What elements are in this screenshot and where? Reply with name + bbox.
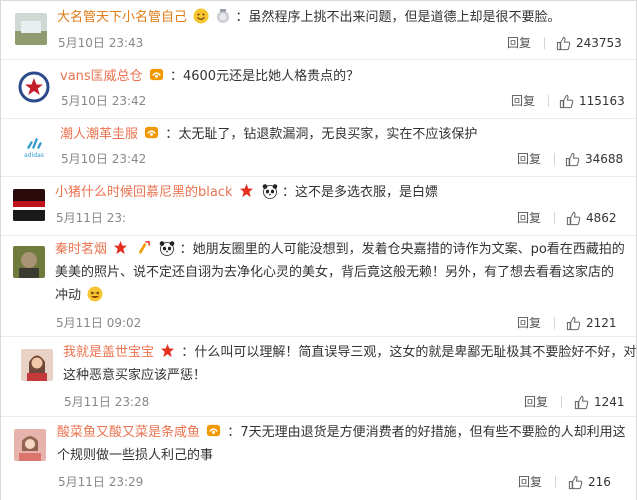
- smile-emoji-icon: [193, 8, 209, 24]
- comment-time: 5月11日 23:29: [58, 475, 144, 489]
- comment-text: 这不是多选衣服，是白嫖: [294, 185, 438, 200]
- comment-text: 美美的照片、说不定还自诩为去净化心灵的美女，背后竟这般无赖！另外，有了想去看看这…: [55, 265, 615, 280]
- comment-item: 我就是盖世宝宝 ：什么叫可以理解！简直误导三观，这女的就是卑鄙无耻极其不要脸好不…: [1, 336, 636, 416]
- comment-line: 秦时茗烟 ：她朋友圈里的人可能没想到，发着仓央嘉措的诗作为文案、po看在西藏拍的: [55, 240, 625, 257]
- comment-line: 冲动: [55, 285, 103, 307]
- like-button[interactable]: 34688: [565, 151, 623, 167]
- comment-text: 这种恶意买家应该严惩！: [63, 368, 207, 383]
- comment-text: 7天无理由退货是方便消费者的好措施，但有些不要脸的人却利用这: [240, 425, 626, 440]
- comment-list: 大名管天下小名管自己 ：虽然程序上挑不出来问题，但是道德上却是很不要脸。 5月1…: [0, 0, 637, 500]
- comment-text: 冲动: [55, 288, 82, 303]
- username-link[interactable]: vans匡威总仓: [60, 69, 143, 84]
- reply-button[interactable]: 回复: [524, 394, 548, 410]
- like-button[interactable]: 2121: [566, 315, 617, 331]
- divider: [554, 153, 555, 165]
- comment-text: 4600元还是比她人格贵点的？: [182, 69, 360, 84]
- avatar[interactable]: [13, 246, 45, 278]
- comment-item: 酸菜鱼又酸又菜是条咸鱼 ：7天无理由退货是方便消费者的好措施，但有些不要脸的人却…: [1, 416, 636, 500]
- divider: [554, 317, 555, 329]
- reply-button[interactable]: 回复: [517, 151, 541, 167]
- star-icon: [161, 343, 175, 358]
- comment-item: vans匡威总仓 ：4600元还是比她人格贵点的？ 5月10日 23:42 回复…: [1, 59, 636, 118]
- panda-icon: [262, 184, 278, 199]
- thumbs-up-icon: [574, 395, 589, 409]
- comment-line: 大名管天下小名管自己 ：虽然程序上挑不出来问题，但是道德上却是很不要脸。: [57, 8, 561, 25]
- like-count: 34688: [585, 152, 624, 166]
- comment-text: 太无耻了，钻退款漏洞，无良买家，实在不应该保护: [178, 127, 478, 142]
- star-icon: [239, 183, 253, 198]
- like-count: 4862: [586, 211, 617, 225]
- reply-button[interactable]: 回复: [517, 210, 541, 226]
- comment-time: 5月11日 23:: [56, 211, 127, 225]
- reply-button[interactable]: 回复: [518, 474, 542, 490]
- star-icon: [114, 240, 128, 255]
- username-link[interactable]: 潮人潮革圭服: [60, 127, 138, 142]
- comment-text: 她朋友圈里的人可能没想到，发着仓央嘉措的诗作为文案、po看在西藏拍的: [192, 242, 625, 257]
- divider: [548, 95, 549, 107]
- comment-item: 秦时茗烟 ：她朋友圈里的人可能没想到，发着仓央嘉措的诗作为文案、po看在西藏拍的…: [1, 235, 636, 336]
- like-count: 2121: [586, 316, 617, 330]
- laughing-emoji-icon: [87, 286, 103, 302]
- comment-text: 个规则做一些损人利己的事: [57, 448, 214, 463]
- comment-time: 5月11日 09:02: [56, 316, 142, 330]
- like-button[interactable]: 216: [568, 474, 611, 490]
- avatar[interactable]: [21, 349, 53, 381]
- comment-line: 潮人潮革圭服 ：太无耻了，钻退款漏洞，无良买家，实在不应该保护: [60, 126, 478, 142]
- divider: [554, 212, 555, 224]
- avatar[interactable]: [13, 189, 45, 221]
- fan-badge-icon: [149, 68, 163, 81]
- comment-time: 5月10日 23:42: [61, 94, 147, 108]
- comment-line: vans匡威总仓 ：4600元还是比她人格贵点的？: [60, 68, 360, 84]
- svg-text:adidas: adidas: [24, 152, 44, 159]
- username-link[interactable]: 大名管天下小名管自己: [57, 10, 187, 25]
- like-count: 243753: [576, 36, 622, 50]
- medal-icon: [217, 9, 230, 23]
- comment-time: 5月10日 23:42: [61, 152, 147, 166]
- username-link[interactable]: 酸菜鱼又酸又菜是条咸鱼: [57, 425, 200, 440]
- comment-line: 酸菜鱼又酸又菜是条咸鱼 ：7天无理由退货是方便消费者的好措施，但有些不要脸的人却…: [57, 424, 626, 440]
- sparkle-icon: [139, 241, 151, 255]
- thumbs-up-icon: [565, 152, 580, 166]
- username-link[interactable]: 秦时茗烟: [55, 242, 107, 257]
- like-button[interactable]: 115163: [559, 93, 625, 109]
- username-link[interactable]: 我就是盖世宝宝: [63, 345, 154, 360]
- comment-text: 虽然程序上挑不出来问题，但是道德上却是很不要脸。: [248, 10, 561, 25]
- thumbs-up-icon: [566, 211, 581, 225]
- fan-badge-icon: [145, 126, 159, 139]
- like-button[interactable]: 4862: [566, 210, 617, 226]
- comment-item: 小猪什么时候回慕尼黑的black ：这不是多选衣服，是白嫖 5月11日 23: …: [1, 176, 636, 235]
- username-link[interactable]: 小猪什么时候回慕尼黑的black: [55, 185, 233, 200]
- like-button[interactable]: 243753: [556, 35, 622, 51]
- avatar[interactable]: [15, 13, 47, 45]
- thumbs-up-icon: [559, 94, 574, 108]
- thumbs-up-icon: [566, 316, 581, 330]
- like-count: 1241: [594, 395, 625, 409]
- thumbs-up-icon: [568, 475, 583, 489]
- divider: [561, 396, 562, 408]
- like-count: 115163: [579, 94, 625, 108]
- avatar[interactable]: [18, 71, 50, 103]
- comment-item: 大名管天下小名管自己 ：虽然程序上挑不出来问题，但是道德上却是很不要脸。 5月1…: [1, 1, 636, 59]
- thumbs-up-icon: [556, 36, 571, 50]
- avatar[interactable]: adidas: [18, 130, 50, 162]
- comment-time: 5月10日 23:43: [58, 36, 144, 50]
- avatar[interactable]: [14, 429, 46, 461]
- comment-line: 我就是盖世宝宝 ：什么叫可以理解！简直误导三观，这女的就是卑鄙无耻极其不要脸好不…: [63, 343, 637, 360]
- reply-button[interactable]: 回复: [507, 35, 531, 51]
- divider: [555, 476, 556, 488]
- comment-line: 小猪什么时候回慕尼黑的black ：这不是多选衣服，是白嫖: [55, 183, 438, 200]
- like-button[interactable]: 1241: [574, 394, 625, 410]
- comment-text: 什么叫可以理解！简直误导三观，这女的就是卑鄙无耻极其不要脸好不好，对: [194, 345, 637, 360]
- divider: [544, 37, 545, 49]
- reply-button[interactable]: 回复: [511, 93, 535, 109]
- fan-badge-icon: [207, 424, 221, 437]
- comment-item: adidas 潮人潮革圭服 ：太无耻了，钻退款漏洞，无良买家，实在不应该保护 5…: [1, 118, 636, 176]
- reply-button[interactable]: 回复: [517, 315, 541, 331]
- comment-time: 5月11日 23:28: [64, 395, 150, 409]
- like-count: 216: [588, 475, 611, 489]
- panda-icon: [160, 241, 175, 256]
